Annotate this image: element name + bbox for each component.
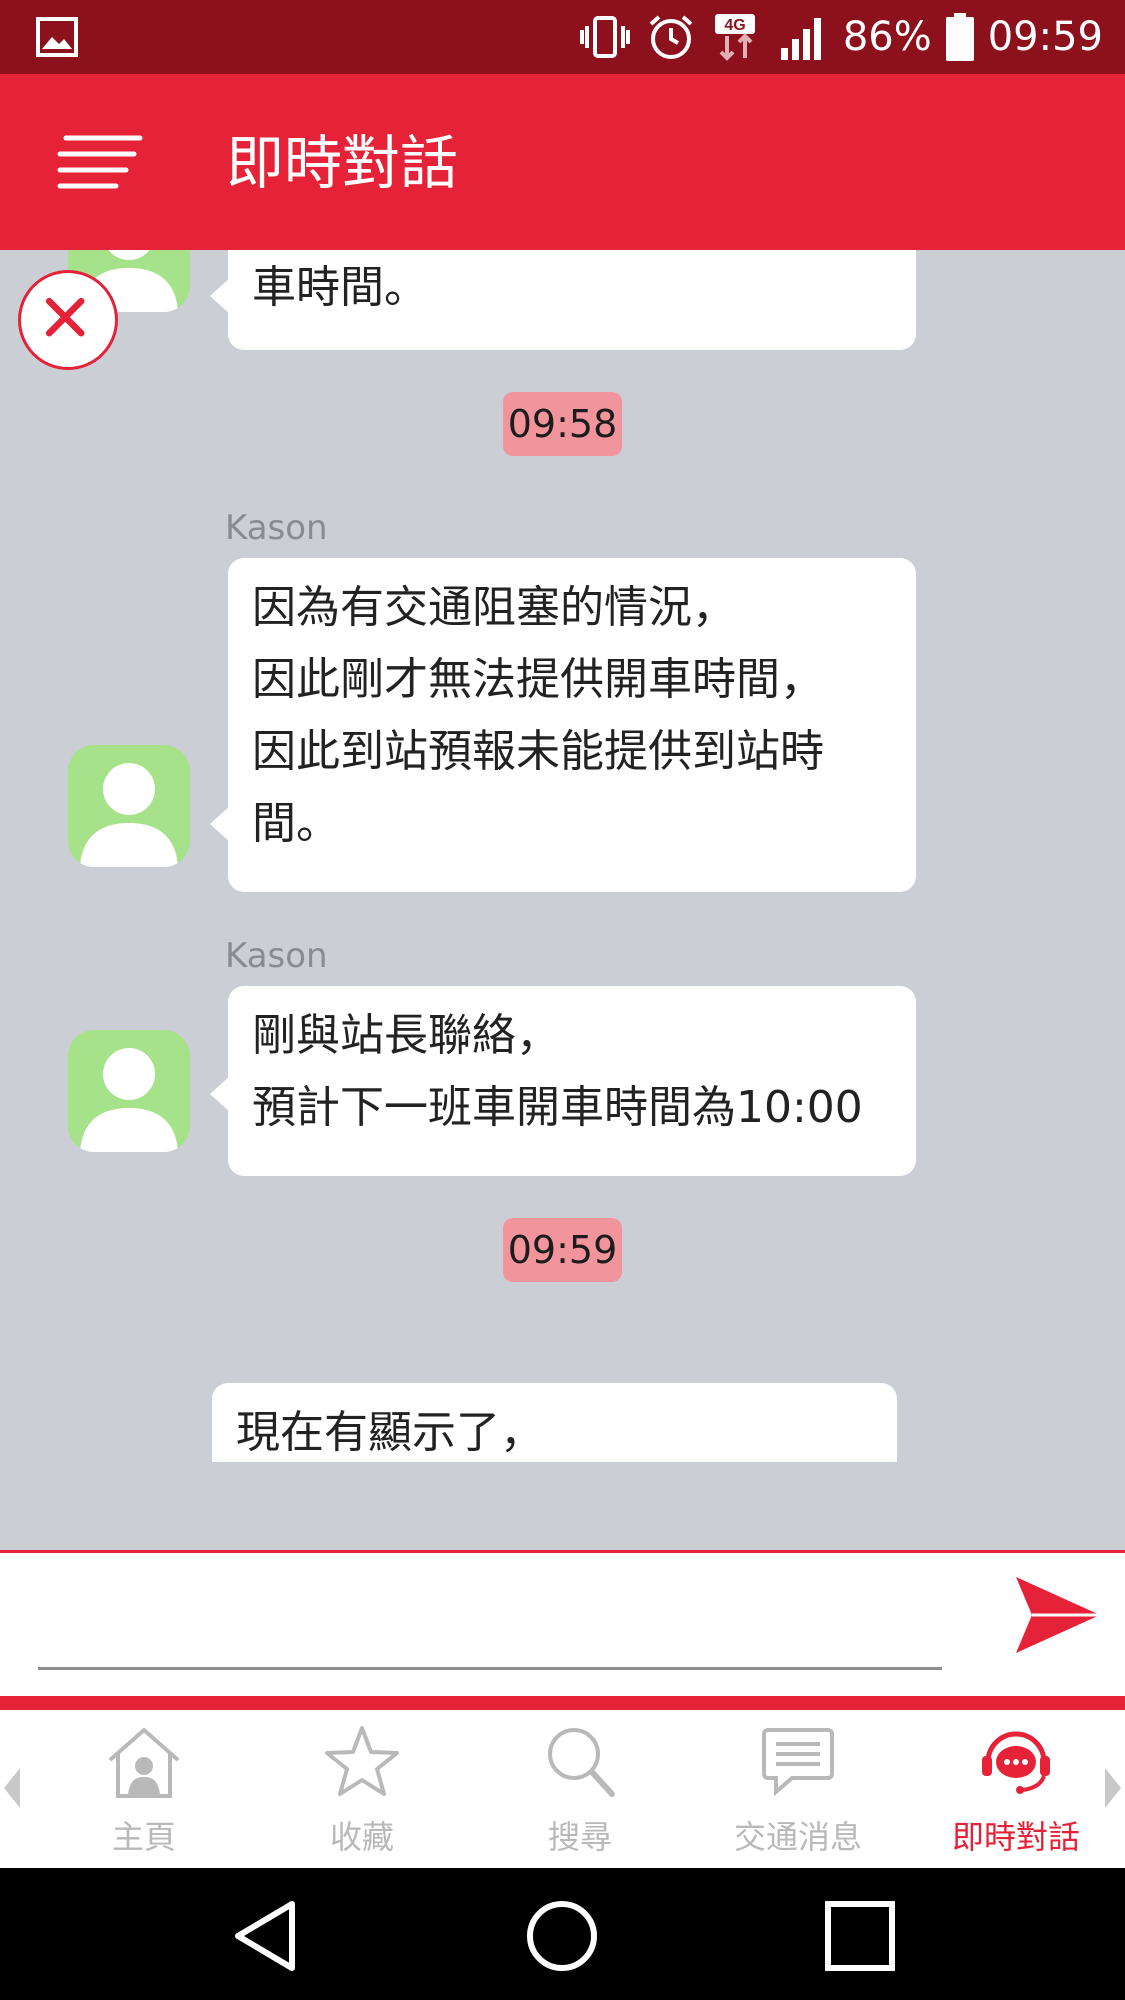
message-icon <box>762 1728 834 1797</box>
close-icon <box>45 297 85 337</box>
nav-label: 即時對話 <box>951 1818 1080 1856</box>
user-silhouette-icon <box>80 1048 178 1152</box>
battery-percent: 86% <box>842 14 932 60</box>
nav-item-traffic-news[interactable]: 交通消息 <box>689 1710 907 1868</box>
avatar <box>68 1030 190 1152</box>
signal-icon <box>780 18 821 60</box>
message-bubble: 車時間。 <box>210 250 916 350</box>
sender-name: Kason <box>225 936 328 976</box>
system-nav-bar <box>0 1868 1125 2000</box>
app-bar: 即時對話 <box>0 74 1125 250</box>
battery-icon <box>945 13 974 61</box>
nav-item-home[interactable]: 主頁 <box>35 1710 253 1868</box>
avatar <box>68 745 190 867</box>
clock: 09:59 <box>987 14 1103 60</box>
home-icon <box>108 1727 180 1798</box>
page-title: 即時對話 <box>226 129 459 197</box>
message-bubble: 剛與站長聯絡， 預計下一班車開車時間為10:00 <box>210 986 916 1176</box>
status-bar: 4G 86% 09:59 <box>0 0 1125 74</box>
message-text: 現在有顯示了， <box>236 1407 544 1458</box>
message-input-bar <box>0 1550 1125 1696</box>
message-bubble-own: 現在有顯示了， <box>212 1383 897 1462</box>
user-silhouette-icon <box>80 763 178 867</box>
chat-headset-icon <box>982 1731 1050 1794</box>
divider <box>0 1696 1125 1710</box>
recents-icon[interactable] <box>820 1898 900 1974</box>
nav-label: 搜尋 <box>547 1818 612 1856</box>
nav-label: 主頁 <box>111 1818 176 1856</box>
close-button[interactable] <box>18 270 118 370</box>
status-icons: 4G 86% 09:59 <box>579 10 1103 64</box>
search-icon <box>548 1728 615 1797</box>
sender-name: Kason <box>225 508 328 548</box>
nav-label: 收藏 <box>329 1818 394 1856</box>
menu-icon[interactable] <box>54 126 146 198</box>
send-icon[interactable] <box>1012 1573 1102 1657</box>
back-icon[interactable] <box>228 1898 308 1974</box>
message-text: 因為有交通阻塞的情況， 因此剛才無法提供開車時間， 因此到站預報未能提供到站時 … <box>252 582 824 849</box>
alarm-icon <box>649 15 693 59</box>
message-text: 車時間。 <box>252 262 428 313</box>
home-circle-icon[interactable] <box>522 1898 602 1974</box>
network-type: 4G <box>724 17 745 34</box>
gallery-icon <box>36 17 78 57</box>
vibrate-icon <box>579 16 630 58</box>
message-text: 剛與站長聯絡， 預計下一班車開車時間為10:00 <box>252 1010 863 1133</box>
nav-label: 交通消息 <box>733 1818 862 1856</box>
timestamp-chip: 09:58 <box>503 392 622 456</box>
nav-scroll-left-icon[interactable] <box>2 1766 22 1810</box>
nav-scroll-right-icon[interactable] <box>1103 1766 1123 1810</box>
nav-item-search[interactable]: 搜尋 <box>471 1710 689 1868</box>
bottom-nav: 主頁 收藏 搜尋 交通消息 即時對話 <box>0 1710 1125 1868</box>
timestamp-chip: 09:59 <box>503 1218 622 1282</box>
star-icon <box>325 1726 399 1796</box>
message-bubble: 因為有交通阻塞的情況， 因此剛才無法提供開車時間， 因此到站預報未能提供到站時 … <box>210 558 916 892</box>
nav-item-live-chat[interactable]: 即時對話 <box>907 1710 1125 1868</box>
data-arrows-icon: 4G <box>714 14 755 61</box>
message-input[interactable] <box>38 1573 942 1670</box>
nav-item-favorites[interactable]: 收藏 <box>253 1710 471 1868</box>
chat-area[interactable]: 車時間。 09:58 Kason 因為有交通阻塞的情況， 因此剛才無法提供開車時… <box>0 250 1125 1462</box>
